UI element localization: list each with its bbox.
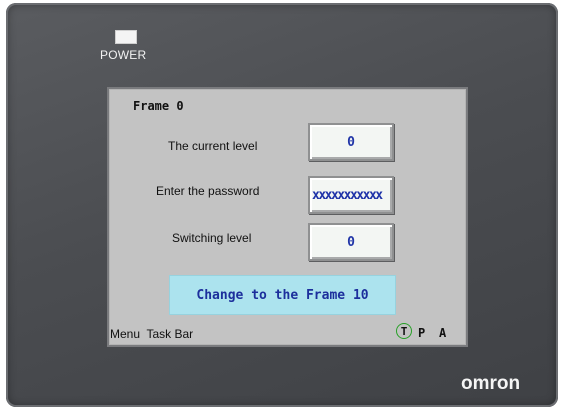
mode-p-indicator[interactable]: P: [418, 326, 425, 340]
password-input[interactable]: xxxxxxxxxxx: [308, 176, 394, 214]
current-level-display: 0: [308, 123, 394, 161]
switching-level-label: Switching level: [172, 231, 252, 245]
mode-a-indicator[interactable]: A: [439, 326, 446, 340]
change-frame-button[interactable]: Change to the Frame 10: [169, 275, 396, 315]
mode-t-indicator[interactable]: T: [396, 323, 412, 339]
hmi-screen: Frame 0 The current level 0 Enter the pa…: [109, 89, 466, 345]
current-level-value: 0: [347, 134, 355, 150]
svg-text:omron: omron: [461, 373, 520, 394]
omron-logo: omron: [461, 373, 520, 394]
frame-title: Frame 0: [133, 99, 184, 113]
password-masked-value: xxxxxxxxxxx: [312, 187, 383, 203]
switching-level-input[interactable]: 0: [308, 223, 394, 261]
password-label: Enter the password: [156, 184, 260, 198]
menu-task-bar-button[interactable]: Menu Task Bar: [110, 327, 193, 341]
mode-t-label: T: [400, 324, 408, 338]
power-label: POWER: [100, 48, 147, 62]
power-indicator-light: [115, 30, 137, 44]
device-bezel: POWER omron Frame 0 The current level 0 …: [6, 3, 558, 407]
switching-level-value: 0: [347, 234, 355, 250]
current-level-label: The current level: [168, 139, 258, 153]
